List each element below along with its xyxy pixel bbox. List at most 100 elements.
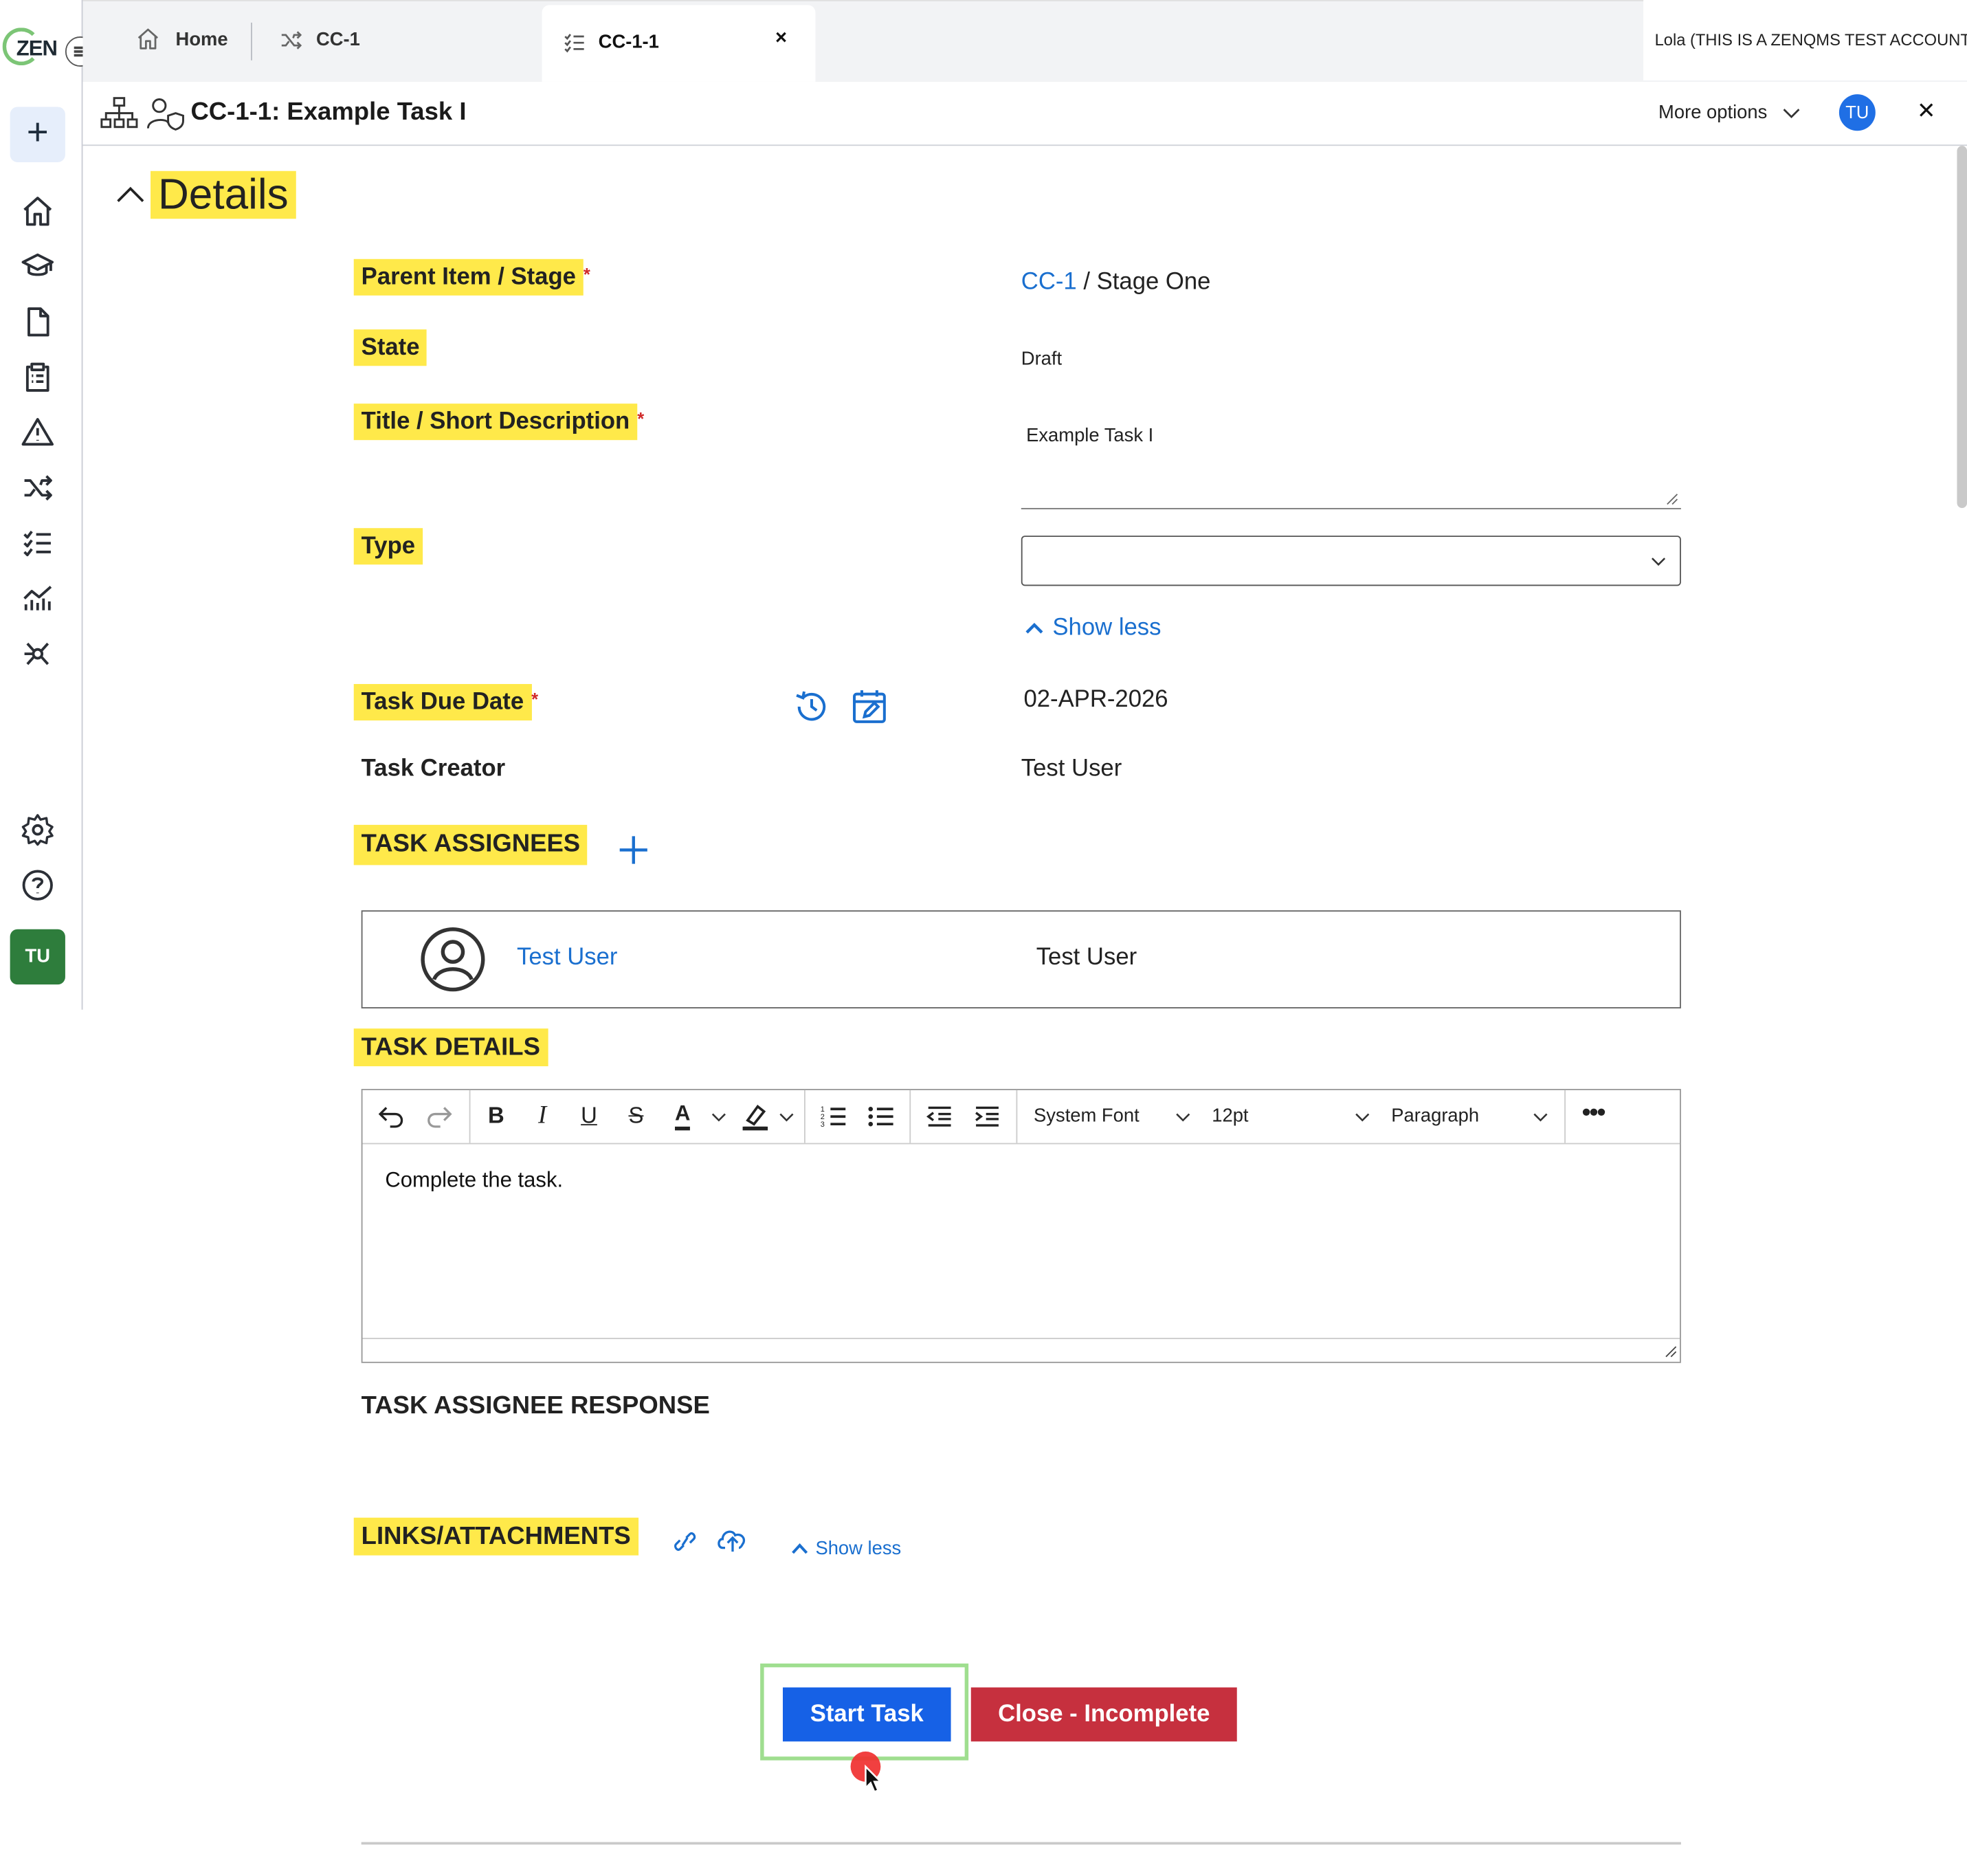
parent-link[interactable]: CC-1 xyxy=(1021,269,1077,295)
history-icon[interactable] xyxy=(793,688,831,726)
tab-cc-1[interactable]: CC-1 xyxy=(316,0,360,80)
user-shield-icon[interactable] xyxy=(146,96,186,131)
redo-icon[interactable] xyxy=(425,1103,453,1130)
parent-label-text: Parent Item / Stage xyxy=(353,258,584,296)
scrollbar-thumb[interactable] xyxy=(1957,146,1967,508)
task-details-heading: TASK DETAILS xyxy=(353,1028,548,1067)
close-incomplete-button[interactable]: Close - Incomplete xyxy=(970,1687,1237,1742)
text-color-icon[interactable]: A xyxy=(675,1101,691,1131)
add-assignee-icon[interactable] xyxy=(617,834,649,867)
tab-cc-1-1[interactable]: CC-1-1 xyxy=(599,3,659,83)
warning-icon[interactable] xyxy=(20,415,55,450)
editor-toolbar xyxy=(362,1090,1680,1145)
more-tools-icon[interactable]: ••• xyxy=(1582,1099,1606,1128)
chevron-down-icon[interactable] xyxy=(711,1110,726,1123)
close-tab-icon[interactable]: × xyxy=(775,27,787,50)
chevron-down-icon[interactable] xyxy=(1783,106,1801,121)
shuffle-icon xyxy=(281,31,302,49)
type-select[interactable] xyxy=(1021,536,1681,586)
toolbar-divider xyxy=(1564,1090,1566,1143)
links-heading-text: LINKS/ATTACHMENTS xyxy=(353,1517,638,1556)
bullet-list-icon[interactable] xyxy=(867,1103,894,1130)
bold-icon[interactable]: B xyxy=(488,1103,504,1129)
type-label-text: Type xyxy=(353,528,423,565)
resize-handle-icon[interactable] xyxy=(1665,1345,1677,1358)
chevron-down-icon[interactable] xyxy=(1533,1110,1548,1123)
required-mark: * xyxy=(637,408,645,429)
required-mark: * xyxy=(531,689,539,709)
state-label-text: State xyxy=(353,329,427,366)
tab-home[interactable]: Home xyxy=(176,0,228,80)
editor-body[interactable]: Complete the task. xyxy=(385,1168,563,1193)
document-icon[interactable] xyxy=(20,305,55,340)
change-control-icon[interactable] xyxy=(20,470,55,505)
font-size-select[interactable]: 12pt xyxy=(1212,1105,1248,1127)
show-less-link[interactable]: Show less xyxy=(1052,615,1161,642)
toolbar-divider xyxy=(909,1090,911,1143)
italic-icon[interactable]: I xyxy=(538,1101,546,1130)
close-record-icon[interactable]: ✕ xyxy=(1917,98,1936,124)
chevron-up-icon[interactable] xyxy=(1023,619,1045,639)
toolbar-divider xyxy=(469,1090,471,1143)
title-value[interactable]: Example Task I xyxy=(1026,425,1153,446)
toolbar-divider xyxy=(804,1090,805,1143)
task-list-icon[interactable] xyxy=(20,526,55,561)
user-avatar[interactable]: TU xyxy=(10,929,65,985)
mouse-cursor-icon xyxy=(865,1764,883,1794)
assignees-heading: TASK ASSIGNEES xyxy=(353,824,588,865)
parent-stage: / Stage One xyxy=(1076,269,1211,296)
calendar-edit-icon[interactable] xyxy=(851,688,889,726)
chevron-down-icon[interactable] xyxy=(1355,1110,1370,1123)
section-title: Details xyxy=(151,170,296,220)
highlight-color-icon[interactable] xyxy=(740,1101,770,1132)
resize-handle-icon[interactable] xyxy=(1666,493,1678,505)
more-options-label: More options xyxy=(1658,102,1768,124)
strikethrough-icon[interactable]: S xyxy=(628,1103,643,1129)
training-icon[interactable] xyxy=(20,249,55,284)
block-format-select[interactable]: Paragraph xyxy=(1391,1105,1479,1127)
editor-statusbar xyxy=(362,1338,1680,1362)
account-label[interactable]: Lola (THIS IS A ZENQMS TEST ACCOUNT) xyxy=(1643,0,1967,81)
chevron-down-icon[interactable] xyxy=(779,1110,794,1123)
chevron-up-icon[interactable] xyxy=(792,1541,808,1555)
tab-divider xyxy=(251,22,252,60)
indent-icon[interactable] xyxy=(973,1103,1001,1130)
font-family-select[interactable]: System Font xyxy=(1034,1105,1140,1127)
network-icon[interactable] xyxy=(20,637,55,672)
home-icon[interactable] xyxy=(20,194,55,229)
due-date-label-text: Task Due Date xyxy=(353,684,532,721)
help-icon[interactable] xyxy=(20,868,55,903)
title-label-text: Title / Short Description xyxy=(353,404,638,441)
create-new-button[interactable]: + xyxy=(10,107,65,162)
section-divider xyxy=(361,1842,1681,1844)
outdent-icon[interactable] xyxy=(926,1103,953,1130)
undo-icon[interactable] xyxy=(377,1103,405,1130)
hierarchy-icon[interactable] xyxy=(100,97,138,130)
start-task-button[interactable]: Start Task xyxy=(782,1687,951,1742)
assignees-heading-text: TASK ASSIGNEES xyxy=(353,824,588,865)
user-avatar-icon xyxy=(421,927,485,992)
settings-icon[interactable] xyxy=(20,813,55,848)
more-options-button[interactable]: More options xyxy=(1658,102,1767,123)
zen-logo[interactable]: ZEN xyxy=(2,27,58,71)
assignee-name-link[interactable]: Test User xyxy=(517,945,617,972)
rich-text-editor: B I U S A 123 System Font 12pt Paragraph… xyxy=(361,1089,1681,1363)
clipboard-icon[interactable] xyxy=(20,360,55,395)
analytics-icon[interactable] xyxy=(20,581,55,616)
chevron-down-icon[interactable] xyxy=(1175,1110,1190,1123)
upload-cloud-icon[interactable] xyxy=(716,1527,748,1554)
link-icon[interactable] xyxy=(670,1529,700,1554)
numbered-list-icon[interactable]: 123 xyxy=(819,1103,847,1130)
state-label: State xyxy=(353,329,427,366)
links-show-less[interactable]: Show less xyxy=(815,1538,901,1559)
toolbar-divider xyxy=(1016,1090,1018,1143)
logo-text: ZEN xyxy=(16,36,58,60)
underline-icon[interactable]: U xyxy=(581,1103,597,1129)
header-user-avatar[interactable]: TU xyxy=(1838,94,1876,131)
state-value: Draft xyxy=(1021,348,1063,370)
creator-label: Task Creator xyxy=(361,755,506,782)
collapse-caret-icon[interactable] xyxy=(115,179,146,209)
home-icon xyxy=(137,28,158,49)
due-date-value: 02-APR-2026 xyxy=(1023,686,1168,714)
chevron-down-icon[interactable] xyxy=(1651,555,1666,567)
